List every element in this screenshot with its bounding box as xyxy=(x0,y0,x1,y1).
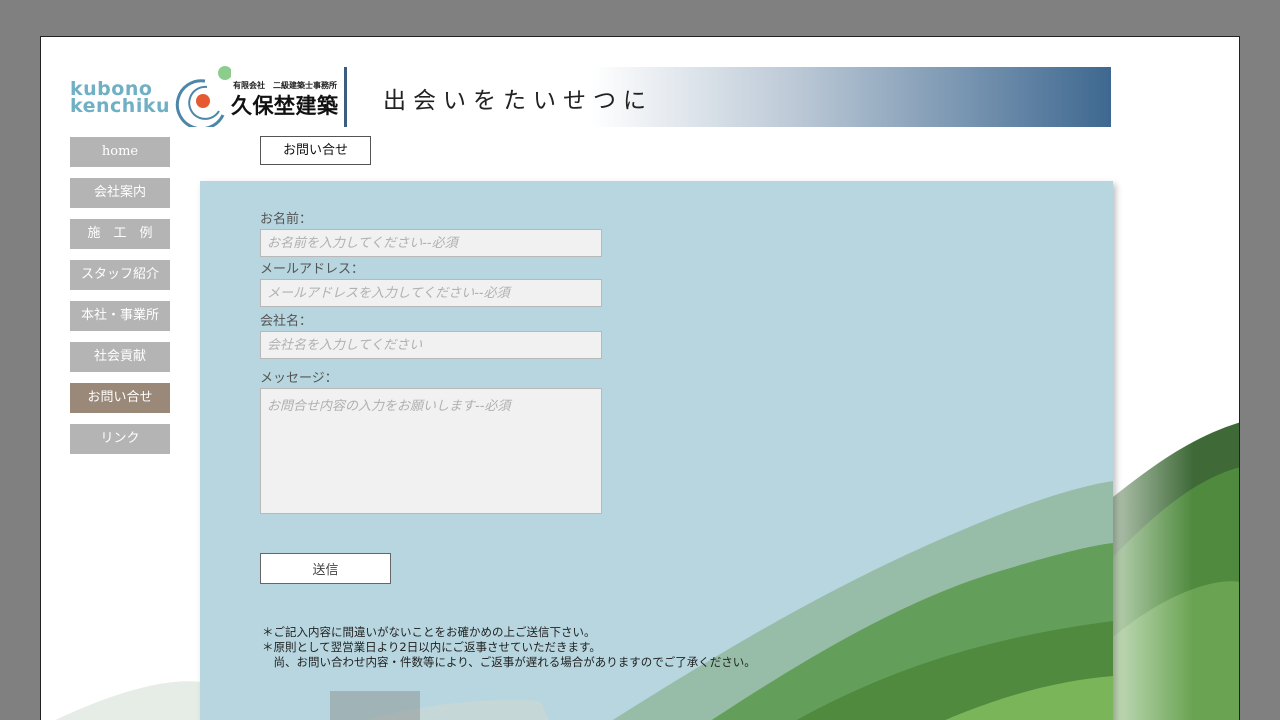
sidebar-item-contact[interactable]: お問い合せ xyxy=(70,383,170,413)
company-label: 会社名： xyxy=(260,314,313,329)
note-line-1: ＊ご記入内容に間違いがないことをお確かめの上ご送信下さい。 xyxy=(262,625,596,639)
sidebar-item-offices[interactable]: 本社・事業所 xyxy=(70,301,170,331)
contact-form: お名前： メールアドレス： 会社名： メッセージ： xyxy=(260,211,602,514)
sidebar-item-company[interactable]: 会社案内 xyxy=(70,178,170,208)
sidebar-item-staff[interactable]: スタッフ紹介 xyxy=(70,260,170,290)
tagline: 出会いをたいせつに xyxy=(383,88,653,114)
sidebar-nav: home 会社案内 施 工 例 スタッフ紹介 本社・事業所 社会貢献 お問い合せ… xyxy=(70,137,170,465)
page-title-tab: お問い合せ xyxy=(260,136,371,165)
name-input[interactable] xyxy=(260,229,602,257)
company-name: 久保埜建築 xyxy=(231,94,339,118)
message-label: メッセージ： xyxy=(260,371,338,386)
sidebar-item-contribution[interactable]: 社会貢献 xyxy=(70,342,170,372)
sidebar-item-home[interactable]: home xyxy=(70,137,170,167)
name-label: お名前： xyxy=(260,212,313,227)
sidebar-item-works[interactable]: 施 工 例 xyxy=(70,219,170,249)
sidebar-item-links[interactable]: リンク xyxy=(70,424,170,454)
submit-button[interactable]: 送信 xyxy=(260,553,391,584)
page: kubono kenchiku 有限会社 二級建築士事務所 久保埜建築 出会いを… xyxy=(40,36,1240,720)
logo-line-2: kenchiku xyxy=(70,95,171,117)
email-input[interactable] xyxy=(260,279,602,307)
email-label: メールアドレス： xyxy=(260,262,365,277)
company-input[interactable] xyxy=(260,331,602,359)
header-banner: 出会いをたいせつに xyxy=(347,67,1111,127)
note-line-3: 尚、お問い合わせ内容・件数等により、ご返事が遅れる場合がありますのでご了承くださ… xyxy=(262,655,756,669)
logo-circle-icon xyxy=(175,66,231,127)
note-line-2: ＊原則として翌営業日より2日以内にご返事させていただきます。 xyxy=(262,640,601,654)
message-textarea[interactable] xyxy=(260,388,602,514)
form-notes: ＊ご記入内容に間違いがないことをお確かめの上ご送信下さい。 ＊原則として翌営業日… xyxy=(262,625,756,670)
contact-form-panel: お名前： メールアドレス： 会社名： メッセージ： 送信 ＊ご記入内容に間違いが… xyxy=(200,181,1113,720)
logo-wordmark[interactable]: kubono kenchiku xyxy=(70,80,171,117)
